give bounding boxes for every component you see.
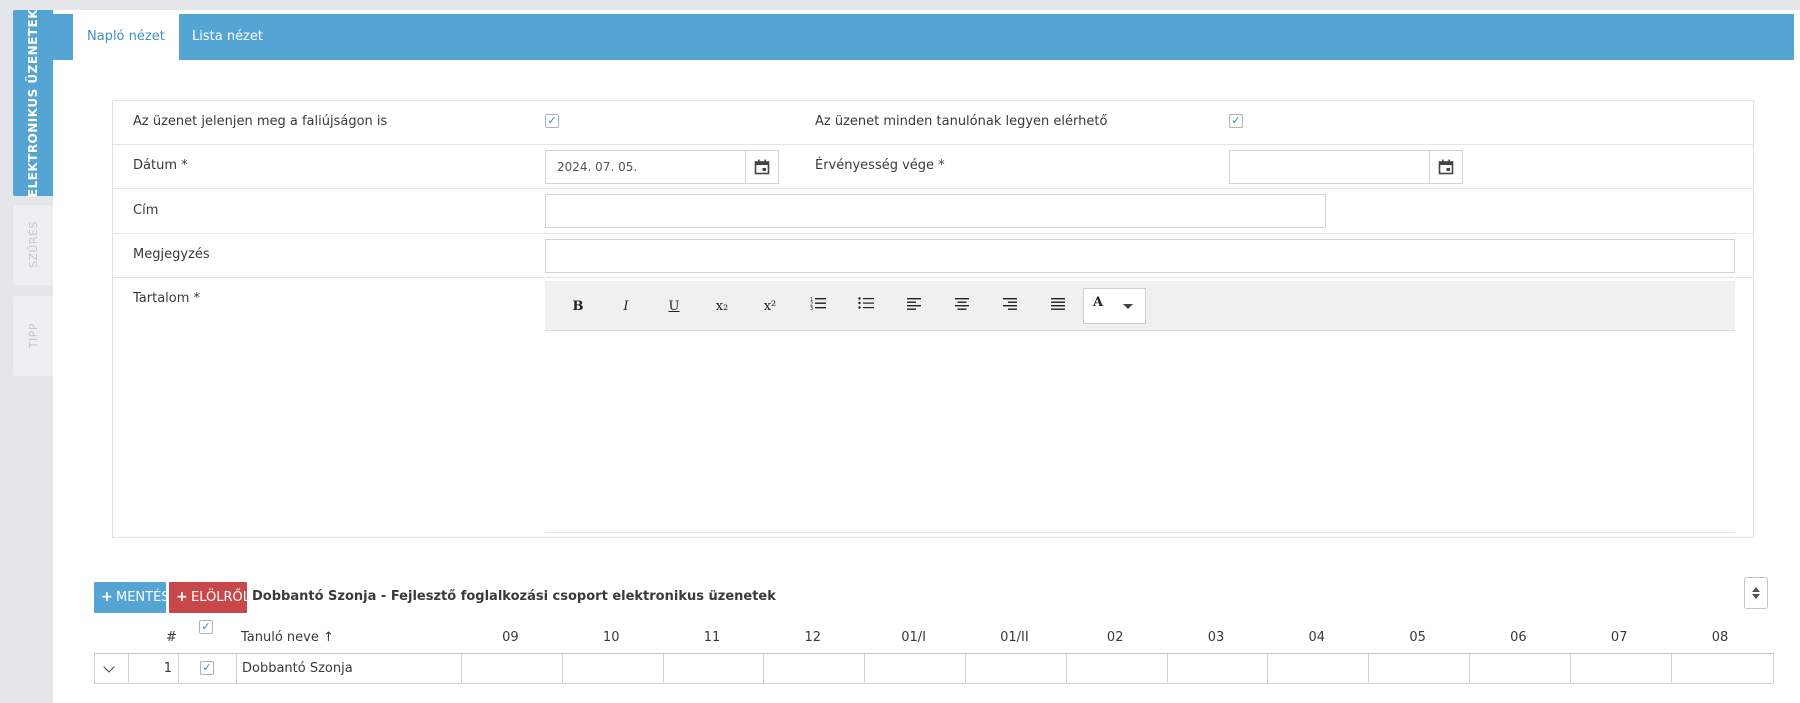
sidebar-tab-tipp[interactable]: TIPP [13,296,53,376]
tab-lista-nezet[interactable]: Lista nézet [178,14,277,60]
row-expand-cell[interactable] [95,654,128,683]
align-center-icon[interactable] [949,296,975,318]
datum-input[interactable]: 2024. 07. 05. [545,150,779,184]
align-right-icon[interactable] [997,296,1023,318]
view-tabs-bar: Napló nézet Lista nézet [53,14,1794,60]
ervenyesseg-input[interactable] [1229,150,1463,184]
svg-text:3: 3 [810,306,813,310]
col-header-name-label: Tanuló neve [241,630,319,645]
month-cell[interactable] [1670,654,1772,683]
month-cell[interactable] [965,654,1066,683]
app-root: ELEKTRONIKUS ÜZENETEK SZŰRÉS TIPP Napló … [0,0,1800,703]
month-cell[interactable] [1368,654,1469,683]
minden-tanulo-checkbox[interactable]: ✓ [1229,114,1243,128]
calendar-icon[interactable] [1429,151,1462,183]
col-header-month: 08 [1711,630,1729,645]
reset-button[interactable]: + ELÖLRŐL [169,582,250,613]
chevron-down-icon [1123,304,1133,309]
subscript-icon[interactable]: x₂ [709,296,735,318]
cim-label: Cím [133,203,159,218]
col-header-month: 05 [1409,630,1426,645]
reset-button-label: ELÖLRŐL [191,590,250,605]
month-cell[interactable] [1065,654,1167,683]
plus-icon: + [176,589,188,605]
month-cell[interactable] [561,654,663,683]
col-header-number: # [166,630,177,645]
col-header-month: 09 [502,630,519,645]
italic-icon[interactable]: I [613,296,639,318]
underline-icon[interactable]: U [661,296,687,318]
minden-tanulo-label: Az üzenet minden tanulónak legyen elérhe… [815,114,1108,129]
select-all-checkbox[interactable]: ✓ [199,620,213,634]
month-cell[interactable] [1469,654,1570,683]
plus-icon: + [101,589,113,605]
sidebar-tab-elektronikus-uzenetek[interactable]: ELEKTRONIKUS ÜZENETEK [13,8,53,198]
page-title: Dobbantó Szonja - Fejlesztő foglalkozási… [252,589,776,604]
month-cell[interactable] [763,654,864,683]
message-form: Az üzenet jelenjen meg a faliújságon is … [112,100,1754,538]
left-sidebar: ELEKTRONIKUS ÜZENETEK SZŰRÉS TIPP [0,0,53,703]
col-header-month: 07 [1610,630,1628,645]
month-cell[interactable] [662,654,764,683]
col-header-month: 01/I [901,630,926,645]
month-cell[interactable] [1569,654,1671,683]
save-button[interactable]: + MENTÉS [94,582,170,613]
font-color-icon: A [1093,295,1104,310]
main-panel: Napló nézet Lista nézet Az üzenet jelenj… [53,10,1800,703]
megjegyzes-input[interactable] [545,239,1735,273]
sidebar-tab-label: SZŰRÉS [26,221,40,269]
ervenyesseg-label: Érvényesség vége * [815,158,945,173]
form-row-dates: Dátum * 2024. 07. 05. Érvényesség vége * [113,145,1753,189]
save-button-label: MENTÉS [116,590,170,605]
calendar-icon[interactable] [745,151,778,183]
sort-down-icon [1752,594,1760,599]
top-strip [0,0,1800,10]
row-checkbox[interactable]: ✓ [200,661,214,675]
bold-icon[interactable]: B [565,296,591,318]
col-header-month: 12 [804,630,822,645]
table-row: 1 ✓ Dobbantó Szonja [94,654,1774,684]
editor-toolbar: B I U x₂ x² 123 A [545,281,1735,331]
faliujsag-checkbox[interactable]: ✓ [545,114,559,128]
sidebar-tab-label: ELEKTRONIKUS ÜZENETEK [26,8,40,198]
unordered-list-icon[interactable] [853,296,879,318]
form-row-cim: Cím [113,189,1753,234]
faliujsag-label: Az üzenet jelenjen meg a faliújságon is [133,114,388,129]
col-header-month: 10 [602,630,620,645]
row-student-name: Dobbantó Szonja [236,654,461,683]
megjegyzes-label: Megjegyzés [133,247,210,262]
col-header-month: 01/II [1000,630,1029,645]
chevron-down-icon [103,661,115,673]
row-checkbox-cell: ✓ [178,654,236,683]
sort-toggle-button[interactable] [1744,577,1768,609]
align-justify-icon[interactable] [1045,296,1071,318]
ordered-list-icon[interactable]: 123 [805,296,831,318]
col-header-month: 04 [1308,630,1326,645]
sort-up-icon [1752,587,1760,592]
superscript-icon[interactable]: x² [757,296,783,318]
sidebar-tab-label: TIPP [26,323,40,349]
datum-label: Dátum * [133,158,188,173]
font-color-dropdown[interactable]: A [1083,288,1146,324]
datum-value: 2024. 07. 05. [557,160,638,174]
month-cell[interactable] [1267,654,1368,683]
form-row-visibility: Az üzenet jelenjen meg a faliújságon is … [113,101,1753,145]
month-cell[interactable] [1166,654,1268,683]
row-index: 1 [128,654,178,683]
col-header-month: 03 [1207,630,1225,645]
align-left-icon[interactable] [901,296,927,318]
month-cell[interactable] [864,654,965,683]
col-header-month: 11 [703,630,721,645]
col-header-name[interactable]: Tanuló neve ↑ [241,630,334,645]
month-cell[interactable] [461,654,562,683]
cim-input[interactable] [545,194,1326,228]
sort-arrow-icon: ↑ [323,630,334,645]
col-header-month: 06 [1510,630,1527,645]
tab-naplo-nezet[interactable]: Napló nézet [73,14,179,60]
sidebar-tab-szures[interactable]: SZŰRÉS [13,205,53,285]
col-header-month: 02 [1106,630,1124,645]
form-row-megjegyzes: Megjegyzés [113,234,1753,278]
tartalom-label: Tartalom * [133,291,201,306]
editor-content-area[interactable] [545,532,1735,533]
